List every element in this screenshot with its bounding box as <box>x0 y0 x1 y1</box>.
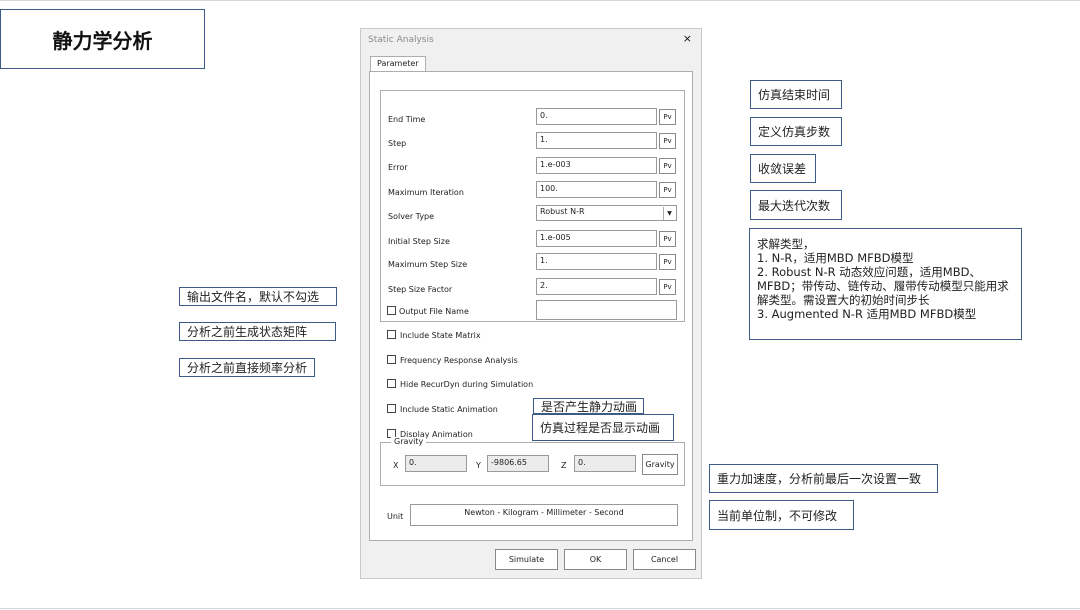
include-static-animation-checkbox[interactable] <box>387 404 396 413</box>
step-size-factor-pv-button[interactable]: Pv <box>659 279 676 295</box>
gravity-x-label: X <box>393 461 399 470</box>
solver-note-line: 求解类型， <box>757 237 815 251</box>
include-state-matrix-checkbox[interactable] <box>387 330 396 339</box>
max-step-size-input[interactable]: 1. <box>536 253 657 270</box>
initial-step-size-input[interactable]: 1.e-005 <box>536 230 657 247</box>
include-state-matrix-label: Include State Matrix <box>400 331 481 340</box>
max-step-size-pv-button[interactable]: Pv <box>659 254 676 270</box>
tab-parameter[interactable]: Parameter <box>370 56 426 71</box>
end-time-label: End Time <box>388 115 426 124</box>
output-file-label: Output File Name <box>399 307 469 316</box>
initial-step-size-label: Initial Step Size <box>388 237 450 246</box>
unit-label: Unit <box>387 512 404 521</box>
solver-note-line: 解类型。需设置大的初始时间步长 <box>757 293 930 307</box>
step-pv-button[interactable]: Pv <box>659 133 676 149</box>
frequency-response-label: Frequency Response Analysis <box>400 356 518 365</box>
slide-title: 静力学分析 <box>0 9 205 69</box>
solver-type-select[interactable]: Robust N-R ▼ <box>536 205 677 221</box>
gravity-group: Gravity X 0. Y -9806.65 Z 0. Gravity <box>380 437 685 486</box>
note-unit: 当前单位制，不可修改 <box>709 500 854 530</box>
error-label: Error <box>388 163 408 172</box>
hide-recurdyn-label: Hide RecurDyn during Simulation <box>400 380 534 389</box>
error-pv-button[interactable]: Pv <box>659 158 676 174</box>
solver-note-line: 3. Augmented N-R 适用MBD MFBD模型 <box>757 307 977 321</box>
solver-note-line: MFBD；带传动、链传动、履带传动模型只能用求 <box>757 279 1009 293</box>
step-size-factor-label: Step Size Factor <box>388 285 453 294</box>
solver-type-label: Solver Type <box>388 212 435 221</box>
note-state-matrix: 分析之前生成状态矩阵 <box>179 322 336 341</box>
gravity-x-input[interactable]: 0. <box>405 455 467 472</box>
unit-field: Newton - Kilogram - Millimeter - Second <box>410 504 678 526</box>
solver-type-value: Robust N-R <box>540 207 585 216</box>
solver-note-line: 1. N-R，适用MBD MFBD模型 <box>757 251 914 265</box>
parameter-panel: End Time 0. Pv Step 1. Pv Error 1.e-003 … <box>369 71 693 541</box>
solver-note-line: 2. Robust N-R 动态效应问题，适用MBD、 <box>757 265 981 279</box>
top-divider <box>0 0 1080 1</box>
step-size-factor-input[interactable]: 2. <box>536 278 657 295</box>
initial-step-size-pv-button[interactable]: Pv <box>659 231 676 247</box>
frequency-response-checkbox[interactable] <box>387 355 396 364</box>
step-input[interactable]: 1. <box>536 132 657 149</box>
note-static-animation: 是否产生静力动画 <box>533 398 644 414</box>
ok-button[interactable]: OK <box>564 549 627 570</box>
error-input[interactable]: 1.e-003 <box>536 157 657 174</box>
hide-recurdyn-checkbox[interactable] <box>387 379 396 388</box>
note-end-time: 仿真结束时间 <box>750 80 842 109</box>
note-frequency: 分析之前直接频率分析 <box>179 358 315 377</box>
include-static-animation-label: Include Static Animation <box>400 405 498 414</box>
output-file-input[interactable] <box>536 300 677 320</box>
note-max-iteration: 最大迭代次数 <box>750 190 842 220</box>
parameter-group: End Time 0. Pv Step 1. Pv Error 1.e-003 … <box>380 90 685 322</box>
gravity-z-label: Z <box>561 461 567 470</box>
max-step-size-label: Maximum Step Size <box>388 260 468 269</box>
chevron-down-icon[interactable]: ▼ <box>663 207 675 220</box>
step-label: Step <box>388 139 407 148</box>
output-file-checkbox[interactable] <box>387 306 396 315</box>
note-step: 定义仿真步数 <box>750 117 842 146</box>
max-iteration-label: Maximum Iteration <box>388 188 464 197</box>
max-iteration-input[interactable]: 100. <box>536 181 657 198</box>
end-time-pv-button[interactable]: Pv <box>659 109 676 125</box>
note-output-file: 输出文件名，默认不勾选 <box>179 287 337 306</box>
bottom-divider <box>0 608 1080 609</box>
gravity-z-input[interactable]: 0. <box>574 455 636 472</box>
max-iteration-pv-button[interactable]: Pv <box>659 182 676 198</box>
end-time-input[interactable]: 0. <box>536 108 657 125</box>
note-display-animation: 仿真过程是否显示动画 <box>532 414 674 441</box>
dialog-title: Static Analysis <box>368 35 434 45</box>
gravity-group-title: Gravity <box>391 437 427 446</box>
note-solver-type: 求解类型， 1. N-R，适用MBD MFBD模型 2. Robust N-R … <box>749 228 1022 340</box>
gravity-y-input[interactable]: -9806.65 <box>487 455 549 472</box>
gravity-y-label: Y <box>476 461 481 470</box>
cancel-button[interactable]: Cancel <box>633 549 696 570</box>
note-gravity: 重力加速度，分析前最后一次设置一致 <box>709 464 938 493</box>
note-error: 收敛误差 <box>750 154 816 183</box>
close-icon[interactable]: × <box>683 32 692 45</box>
static-analysis-dialog: Static Analysis × Parameter End Time 0. … <box>360 28 702 579</box>
simulate-button[interactable]: Simulate <box>495 549 558 570</box>
gravity-button[interactable]: Gravity <box>642 454 678 475</box>
